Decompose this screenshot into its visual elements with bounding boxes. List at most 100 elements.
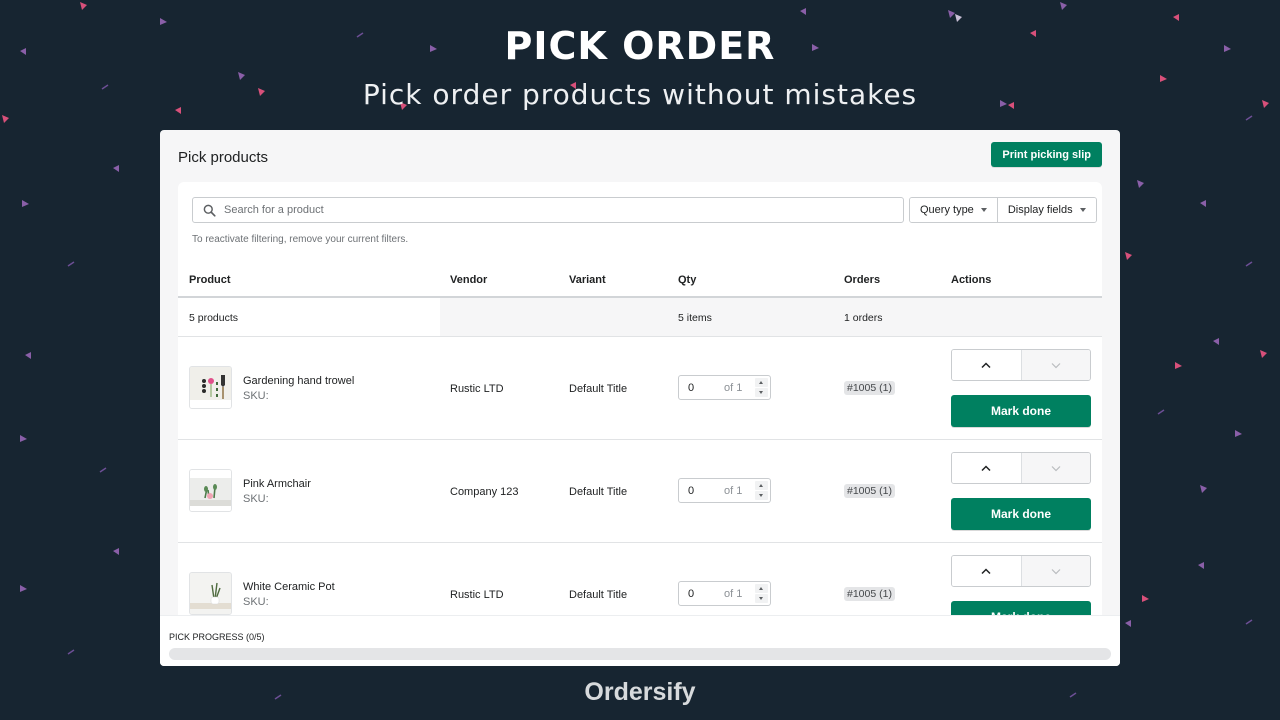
- query-type-dropdown[interactable]: Query type: [910, 198, 997, 222]
- confetti-piece: [113, 548, 119, 555]
- confetti-piece: [99, 467, 107, 473]
- product-thumbnail: [189, 572, 232, 615]
- move-up-button[interactable]: [952, 556, 1022, 586]
- mark-done-button[interactable]: Mark done: [951, 395, 1091, 427]
- header-product: Product: [189, 274, 231, 286]
- table-header: Product Vendor Variant Qty Orders Action…: [178, 262, 1102, 298]
- confetti-piece: [1245, 261, 1253, 267]
- ceramic-pot-image: [190, 573, 231, 614]
- qty-spinner: [755, 481, 768, 500]
- vendor-cell: Rustic LTD: [450, 589, 504, 601]
- vendor-cell: Company 123: [450, 486, 519, 498]
- confetti-piece: [113, 165, 119, 172]
- page-title: Pick products: [178, 149, 269, 166]
- products-card: Query type Display fields To reactivate …: [178, 182, 1102, 622]
- qty-increment-button[interactable]: [755, 481, 768, 490]
- confetti-piece: [1125, 252, 1132, 260]
- header-actions: Actions: [951, 274, 992, 286]
- summary-row: 5 products 5 items 1 orders: [178, 298, 1102, 337]
- confetti-piece: [800, 8, 806, 15]
- move-buttons: [951, 452, 1091, 484]
- mark-done-button[interactable]: Mark done: [951, 498, 1091, 530]
- chevron-up-icon: [981, 567, 991, 574]
- caret-down-icon: [980, 208, 987, 212]
- chevron-up-icon: [981, 361, 991, 368]
- vendor-cell: Rustic LTD: [450, 383, 504, 395]
- confetti-piece: [1260, 350, 1267, 358]
- confetti-piece: [1157, 409, 1165, 415]
- display-fields-dropdown[interactable]: Display fields: [996, 198, 1096, 222]
- hero-title: PICK ORDER: [504, 24, 776, 68]
- order-badge[interactable]: #1005 (1): [844, 381, 895, 395]
- confetti-piece: [955, 14, 962, 22]
- table-row: White Ceramic Pot SKU: Rustic LTD Defaul…: [178, 543, 1102, 622]
- confetti-piece: [1245, 115, 1253, 121]
- order-badge[interactable]: #1005 (1): [844, 587, 895, 601]
- qty-increment-button[interactable]: [755, 584, 768, 593]
- qty-input[interactable]: [688, 484, 718, 497]
- header-variant: Variant: [569, 274, 606, 286]
- table-row: Pink Armchair SKU: Company 123 Default T…: [178, 440, 1102, 543]
- product-thumbnail: [189, 469, 232, 512]
- confetti-piece: [20, 585, 27, 592]
- search-input[interactable]: [224, 204, 903, 216]
- filter-button-group: Query type Display fields: [909, 197, 1097, 223]
- quantity-stepper[interactable]: of 1: [678, 375, 771, 400]
- product-name[interactable]: White Ceramic Pot: [243, 581, 335, 593]
- confetti-piece: [1125, 620, 1131, 627]
- qty-increment-button[interactable]: [755, 378, 768, 387]
- confetti-piece: [1245, 619, 1253, 625]
- product-sku: SKU:: [243, 390, 269, 402]
- quantity-stepper[interactable]: of 1: [678, 581, 771, 606]
- move-up-button[interactable]: [952, 350, 1022, 380]
- qty-total: of 1: [724, 381, 743, 394]
- confetti-piece: [1060, 2, 1067, 10]
- confetti-piece: [1137, 180, 1144, 188]
- qty-decrement-button[interactable]: [755, 491, 768, 500]
- chevron-up-icon: [981, 464, 991, 471]
- pick-products-panel: Pick products Print picking slip Query t…: [160, 130, 1120, 666]
- qty-decrement-button[interactable]: [755, 594, 768, 603]
- move-down-button[interactable]: [1021, 453, 1090, 483]
- qty-total: of 1: [724, 587, 743, 600]
- confetti-piece: [1200, 200, 1206, 207]
- move-down-button[interactable]: [1021, 556, 1090, 586]
- move-up-button[interactable]: [952, 453, 1022, 483]
- search-icon: [203, 204, 216, 217]
- confetti-piece: [2, 115, 9, 123]
- chevron-down-icon: [1051, 568, 1061, 574]
- trowel-image: [190, 367, 231, 408]
- pick-progress-label: PICK PROGRESS (0/5): [169, 632, 265, 642]
- summary-products: 5 products: [189, 312, 239, 324]
- qty-decrement-button[interactable]: [755, 388, 768, 397]
- print-picking-slip-button[interactable]: Print picking slip: [991, 142, 1102, 167]
- qty-input[interactable]: [688, 381, 718, 394]
- confetti-piece: [67, 649, 75, 655]
- variant-cell: Default Title: [569, 383, 628, 395]
- pick-progress-bar: [169, 648, 1111, 660]
- confetti-piece: [67, 261, 75, 267]
- caret-down-icon: [1079, 208, 1086, 212]
- filter-hint: To reactivate filtering, remove your cur…: [192, 234, 409, 245]
- qty-input[interactable]: [688, 587, 718, 600]
- confetti-piece: [1173, 14, 1179, 21]
- qty-spinner: [755, 584, 768, 603]
- qty-spinner: [755, 378, 768, 397]
- search-field[interactable]: [192, 197, 904, 223]
- confetti-piece: [948, 10, 955, 18]
- hero-subtitle: Pick order products without mistakes: [362, 78, 918, 111]
- quantity-stepper[interactable]: of 1: [678, 478, 771, 503]
- product-name[interactable]: Gardening hand trowel: [243, 375, 354, 387]
- order-badge[interactable]: #1005 (1): [844, 484, 895, 498]
- confetti-piece: [1235, 430, 1242, 437]
- move-buttons: [951, 555, 1091, 587]
- table-row: Gardening hand trowel SKU: Rustic LTD De…: [178, 337, 1102, 440]
- pick-progress-footer: PICK PROGRESS (0/5): [160, 616, 1120, 666]
- header-vendor: Vendor: [450, 274, 488, 286]
- move-down-button[interactable]: [1021, 350, 1090, 380]
- product-name[interactable]: Pink Armchair: [243, 478, 311, 490]
- header-orders: Orders: [844, 274, 881, 286]
- move-buttons: [951, 349, 1091, 381]
- brand-logo-text: Ordersify: [584, 678, 696, 706]
- query-type-label: Query type: [920, 204, 974, 216]
